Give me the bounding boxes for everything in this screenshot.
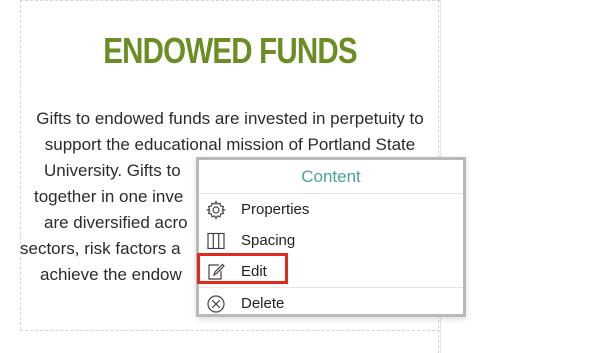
menu-item-delete[interactable]: Delete <box>199 287 463 319</box>
columns-icon <box>206 231 226 251</box>
paragraph-line: Gifts to endowed funds are invested in p… <box>36 109 424 128</box>
menu-item-label: Spacing <box>241 232 296 249</box>
paragraph-line: support the educational mission of Portl… <box>44 135 416 154</box>
menu-item-edit[interactable]: Edit <box>199 256 463 287</box>
menu-item-spacing[interactable]: Spacing <box>199 225 463 256</box>
context-menu-title: Content <box>199 160 463 194</box>
menu-item-label: Delete <box>241 295 285 312</box>
menu-item-properties[interactable]: Properties <box>199 194 463 225</box>
gear-icon <box>206 200 226 220</box>
editor-canvas: ENDOWED FUNDS Gifts to endowed funds are… <box>0 0 600 353</box>
menu-item-label: Properties <box>241 201 310 218</box>
context-menu: Content Properties Spacing Edit Delete <box>196 157 466 317</box>
edit-icon <box>206 262 226 282</box>
delete-icon <box>206 294 226 314</box>
menu-item-label: Edit <box>241 263 267 280</box>
page-heading: ENDOWED FUNDS <box>103 30 357 71</box>
block-guide-bottom <box>20 330 440 331</box>
